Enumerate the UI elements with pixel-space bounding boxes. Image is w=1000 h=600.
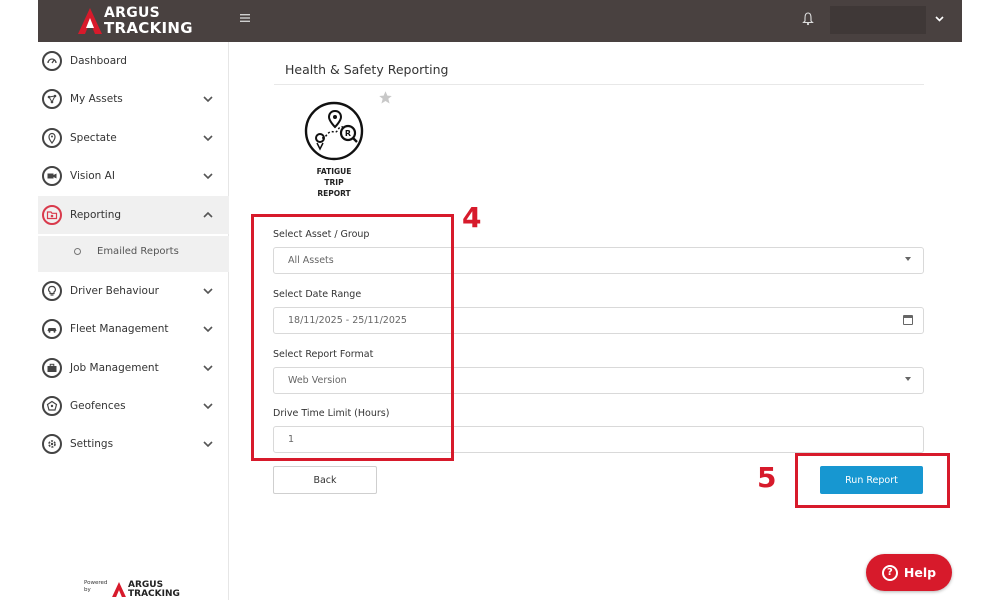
chevron-down-icon[interactable] <box>202 400 214 412</box>
step5-number: 5 <box>757 461 777 494</box>
argus-logo[interactable]: ARGUS TRACKING <box>78 5 193 37</box>
sidebar-item-label: Geofences <box>70 400 126 412</box>
chevron-down-icon[interactable] <box>202 323 214 335</box>
sidebar-item-vision-ai[interactable]: Vision AI <box>38 157 229 195</box>
logo-mark-icon <box>112 582 126 597</box>
title-divider <box>274 84 924 85</box>
report-caption-line2: TRIP <box>324 178 344 187</box>
chevron-down-icon[interactable] <box>202 285 214 297</box>
chevron-down-icon[interactable] <box>202 362 214 374</box>
back-button[interactable]: Back <box>273 466 377 494</box>
sidebar-item-job-management[interactable]: Job Management <box>38 349 229 387</box>
sidebar: Dashboard My Assets Spectate Vision AI R… <box>38 42 229 600</box>
video-camera-icon <box>42 166 62 186</box>
fatigue-trip-report-tile[interactable]: R FATIGUE TRIP REPORT <box>303 100 365 200</box>
bell-icon[interactable] <box>802 11 816 27</box>
user-account-box[interactable] <box>830 6 926 34</box>
sidebar-item-spectate[interactable]: Spectate <box>38 119 229 157</box>
sidebar-item-my-assets[interactable]: My Assets <box>38 80 229 118</box>
page-title: Health & Safety Reporting <box>285 62 449 77</box>
chevron-down-icon[interactable] <box>935 12 944 25</box>
sidebar-item-label: Driver Behaviour <box>70 285 159 297</box>
sidebar-item-label: Settings <box>70 438 114 450</box>
sidebar-item-dashboard[interactable]: Dashboard <box>38 42 229 80</box>
question-icon: ? <box>881 564 898 581</box>
circle-bullet-icon <box>74 248 81 255</box>
hamburger-icon[interactable] <box>240 11 250 27</box>
fatigue-trip-route-icon: R <box>304 101 364 161</box>
help-label: Help <box>903 565 937 580</box>
step5-highlight-box <box>795 453 950 508</box>
caret-down-icon <box>905 377 911 381</box>
report-caption-line3: REPORT <box>317 189 351 198</box>
sidebar-item-label: Vision AI <box>70 170 115 182</box>
briefcase-icon <box>42 358 62 378</box>
step4-number: 4 <box>462 201 482 234</box>
network-icon <box>42 89 62 109</box>
step4-highlight-box <box>251 214 454 461</box>
car-icon <box>42 319 62 339</box>
sidebar-item-reporting[interactable]: Reporting <box>38 196 229 234</box>
map-pin-icon <box>42 128 62 148</box>
chevron-down-icon[interactable] <box>202 93 214 105</box>
sidebar-item-label: My Assets <box>70 93 123 105</box>
chevron-down-icon[interactable] <box>202 132 214 144</box>
sidebar-item-label: Job Management <box>70 362 159 374</box>
report-caption-line1: FATIGUE <box>316 167 352 176</box>
sidebar-item-label: Reporting <box>70 209 122 221</box>
sidebar-subitem-label: Emailed Reports <box>97 246 179 257</box>
report-caption: FATIGUE TRIP REPORT <box>303 166 365 199</box>
gear-icon <box>42 434 62 454</box>
logo-mark-icon <box>78 8 102 34</box>
sidebar-item-label: Spectate <box>70 132 117 144</box>
chevron-down-icon[interactable] <box>202 438 214 450</box>
svg-text:R: R <box>345 129 351 138</box>
sidebar-item-driver-behaviour[interactable]: Driver Behaviour <box>38 272 229 310</box>
folder-report-icon <box>42 205 62 225</box>
lightbulb-icon <box>42 281 62 301</box>
calendar-icon[interactable] <box>903 315 913 325</box>
sidebar-item-settings[interactable]: Settings <box>38 425 229 463</box>
powered-by-logo: Powered by ARGUS TRACKING <box>84 580 194 600</box>
gauge-icon <box>42 51 62 71</box>
sidebar-item-geofences[interactable]: Geofences <box>38 387 229 425</box>
sidebar-item-label: Fleet Management <box>70 323 169 335</box>
powered-logo-text: ARGUS TRACKING <box>128 581 180 599</box>
sidebar-item-fleet-management[interactable]: Fleet Management <box>38 310 229 348</box>
geofence-icon <box>42 396 62 416</box>
top-bar: ARGUS TRACKING <box>38 0 962 42</box>
powered-logo-line2: TRACKING <box>128 589 180 599</box>
help-button[interactable]: ? Help <box>866 554 952 591</box>
star-icon[interactable] <box>378 90 393 109</box>
powered-by-text: Powered by <box>84 580 108 593</box>
caret-down-icon <box>905 257 911 261</box>
sidebar-item-label: Dashboard <box>70 55 127 67</box>
chevron-down-icon[interactable] <box>202 170 214 182</box>
chevron-up-icon[interactable] <box>202 209 214 221</box>
logo-line2: TRACKING <box>104 19 193 37</box>
logo-text: ARGUS TRACKING <box>104 6 193 37</box>
sidebar-subitem-emailed-reports[interactable]: Emailed Reports <box>38 236 229 272</box>
app-frame: ARGUS TRACKING Dashboard My Assets Spect… <box>38 0 962 600</box>
